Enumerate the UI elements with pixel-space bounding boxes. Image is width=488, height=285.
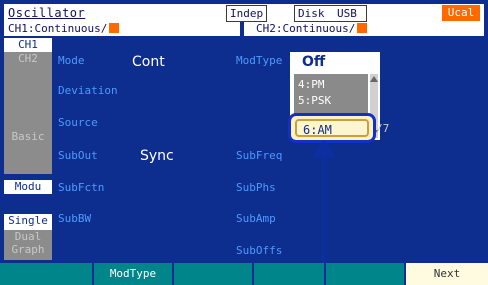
value-subout[interactable]: Sync: [140, 148, 174, 164]
softkey-4[interactable]: [254, 263, 324, 285]
side-modu[interactable]: Modu: [4, 180, 52, 194]
label-deviation: Deviation: [58, 84, 118, 97]
ch1-marker-icon: [109, 23, 120, 33]
highlight-callout: 6:AM: [288, 113, 376, 143]
label-subfctn: SubFctn: [58, 181, 105, 194]
label-mode: Mode: [58, 54, 85, 67]
option-pm[interactable]: 4:PM: [298, 78, 325, 91]
ch2-status: CH2:Continuous/: [244, 22, 484, 36]
softkey-next[interactable]: Next: [406, 263, 488, 285]
screen-title: Oscillator: [8, 6, 86, 20]
option-psk[interactable]: 5:PSK: [298, 94, 331, 107]
ch2-marker-icon: [357, 23, 368, 33]
value-mode[interactable]: Cont: [132, 54, 165, 70]
label-suboffs: SubOffs: [236, 244, 283, 257]
label-source: Source: [58, 116, 98, 129]
side-ch2[interactable]: CH2: [4, 52, 52, 66]
disk-indicator: Disk: [294, 5, 336, 22]
pointer-arrow-icon: [312, 140, 336, 158]
modtype-selected-value[interactable]: Off: [290, 52, 378, 72]
side-graph: Graph: [11, 243, 45, 256]
label-subphs: SubPhs: [236, 181, 276, 194]
label-subamp: SubAmp: [236, 212, 276, 225]
label-subout: SubOut: [58, 149, 98, 162]
ucal-indicator: Ucal: [442, 5, 480, 21]
side-ch1[interactable]: CH1: [4, 38, 52, 52]
option-am[interactable]: 6:AM: [295, 119, 369, 137]
softkey-1[interactable]: [0, 263, 92, 285]
label-modtype: ModType: [236, 54, 283, 67]
softkey-3[interactable]: [174, 263, 252, 285]
indep-indicator: Indep: [226, 5, 268, 22]
status-bar: Oscillator Indep Disk USB Ucal: [4, 4, 484, 22]
label-subfreq: SubFreq: [236, 149, 283, 162]
oscillator-screen: Oscillator Indep Disk USB Ucal CH1:Conti…: [0, 0, 488, 285]
softkey-5[interactable]: [326, 263, 404, 285]
softkey-bar: ModType Next: [0, 263, 488, 285]
softkey-modtype[interactable]: ModType: [94, 263, 172, 285]
label-subbw: SubBW: [58, 212, 92, 225]
scroll-up-icon[interactable]: [370, 76, 378, 82]
usb-indicator: USB: [334, 5, 367, 22]
side-dual-graph[interactable]: Dual Graph: [4, 230, 52, 260]
option-hidden-suffix: /7: [376, 122, 390, 135]
side-basic-group[interactable]: Basic: [4, 66, 52, 174]
side-dual: Dual: [14, 230, 42, 243]
ch1-status: CH1:Continuous/: [4, 22, 240, 36]
side-single[interactable]: Single: [4, 214, 52, 230]
side-basic: Basic: [11, 130, 45, 143]
